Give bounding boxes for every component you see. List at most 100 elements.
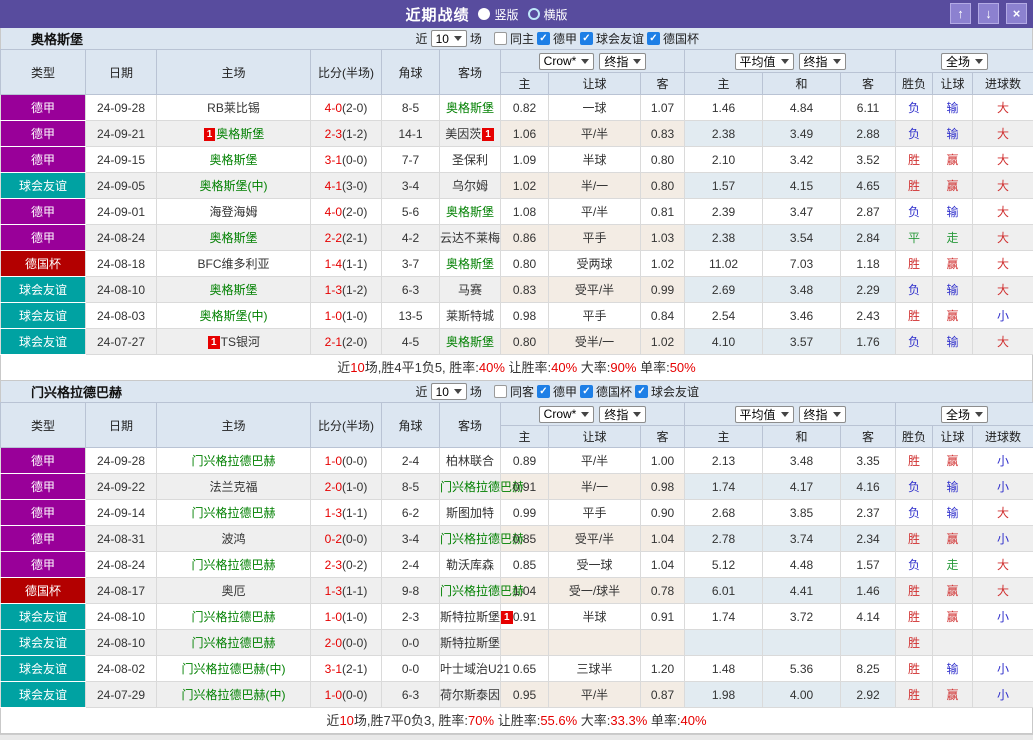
odds-company-select[interactable]: Crow* <box>539 53 595 70</box>
home-team: 奥格斯堡 <box>157 147 311 173</box>
odds-company-select[interactable]: Crow* <box>539 406 595 423</box>
odds-handicap: 半球 <box>549 604 641 630</box>
result-goals: 大 <box>973 199 1033 225</box>
team-label: 门兴格拉德巴赫(中) <box>182 662 286 676</box>
league-checkbox-2[interactable]: ✓ <box>647 32 660 45</box>
move-down-button[interactable]: ↓ <box>978 3 999 24</box>
match-type-badge: 球会友谊 <box>1 604 86 630</box>
average-stage-select[interactable]: 终指 <box>799 406 846 423</box>
move-up-button[interactable]: ↑ <box>950 3 971 24</box>
league-label-1[interactable]: 球会友谊 <box>596 30 644 47</box>
avg-draw: 4.00 <box>763 682 841 708</box>
chevron-down-icon <box>781 412 789 417</box>
league-checkbox-0[interactable]: ✓ <box>537 385 550 398</box>
team-label: 奥格斯堡 <box>446 101 494 115</box>
average-select[interactable]: 平均值 <box>735 53 794 70</box>
layout-option-vertical[interactable]: 竖版 <box>478 6 518 23</box>
avg-draw: 5.36 <box>763 656 841 682</box>
score: 1-0(1-0) <box>311 604 382 630</box>
result-handicap <box>933 630 973 656</box>
corner-score: 6-3 <box>382 682 440 708</box>
league-label-0[interactable]: 德甲 <box>553 383 577 400</box>
avg-home: 1.74 <box>685 474 763 500</box>
radio-selected-icon[interactable] <box>478 8 490 20</box>
match-date: 24-09-28 <box>86 95 157 121</box>
corner-score: 2-4 <box>382 448 440 474</box>
result-goals <box>973 630 1033 656</box>
avg-home: 5.12 <box>685 552 763 578</box>
section-filter-bar: 奥格斯堡 近10场同主✓德甲✓球会友谊✓德国杯 <box>0 28 1033 49</box>
result-outcome: 胜 <box>896 173 933 199</box>
league-label-2[interactable]: 球会友谊 <box>651 383 699 400</box>
same-venue-checkbox[interactable] <box>494 32 507 45</box>
average-select[interactable]: 平均值 <box>735 406 794 423</box>
red-card-badge: 1 <box>208 336 220 349</box>
league-checkbox-2[interactable]: ✓ <box>635 385 648 398</box>
team-label: 莱斯特城 <box>446 309 494 323</box>
result-handicap: 输 <box>933 277 973 303</box>
red-card-badge: 1 <box>501 611 513 624</box>
corner-score: 14-1 <box>382 121 440 147</box>
corner-score: 3-7 <box>382 251 440 277</box>
column-header: 客场 <box>440 403 501 448</box>
same-venue-label[interactable]: 同客 <box>510 383 534 400</box>
same-venue-checkbox[interactable] <box>494 385 507 398</box>
scope-select[interactable]: 全场 <box>941 53 988 70</box>
league-label-2[interactable]: 德国杯 <box>663 30 699 47</box>
avg-away: 2.29 <box>841 277 896 303</box>
match-row: 德甲24-09-14门兴格拉德巴赫1-3(1-1)6-2斯图加特0.99平手0.… <box>1 500 1033 526</box>
match-row: 德甲24-08-24门兴格拉德巴赫2-3(0-2)2-4勒沃库森0.85受一球1… <box>1 552 1033 578</box>
recent-count-select[interactable]: 10 <box>431 383 467 400</box>
layout-option-horizontal[interactable]: 横版 <box>528 6 568 23</box>
avg-away: 2.88 <box>841 121 896 147</box>
avg-home: 1.48 <box>685 656 763 682</box>
column-subheader: 客 <box>841 426 896 448</box>
match-date: 24-08-31 <box>86 526 157 552</box>
odds-stage-select[interactable]: 终指 <box>599 53 646 70</box>
radio-label-vertical[interactable]: 竖版 <box>494 6 518 23</box>
league-label-0[interactable]: 德甲 <box>553 30 577 47</box>
close-button[interactable]: × <box>1006 3 1027 24</box>
odds-home: 0.95 <box>501 682 549 708</box>
avg-draw: 3.72 <box>763 604 841 630</box>
odds-home: 1.09 <box>501 147 549 173</box>
corner-score: 4-2 <box>382 225 440 251</box>
result-handicap: 赢 <box>933 578 973 604</box>
column-subheader: 和 <box>763 426 841 448</box>
match-type-badge: 球会友谊 <box>1 329 86 355</box>
result-handicap: 赢 <box>933 682 973 708</box>
league-checkbox-1[interactable]: ✓ <box>580 32 593 45</box>
dialog-title: 近期战绩 <box>405 4 469 25</box>
scope-select[interactable]: 全场 <box>941 406 988 423</box>
league-label-1[interactable]: 德国杯 <box>596 383 632 400</box>
odds-away: 0.78 <box>641 578 685 604</box>
score: 1-3(1-2) <box>311 277 382 303</box>
recent-label: 近 <box>416 383 428 400</box>
odds-stage-select[interactable]: 终指 <box>599 406 646 423</box>
radio-unselected-icon[interactable] <box>528 8 540 20</box>
odds-home: 1.06 <box>501 121 549 147</box>
result-outcome: 胜 <box>896 448 933 474</box>
odds-handicap: 平手 <box>549 500 641 526</box>
match-row: 球会友谊24-08-10门兴格拉德巴赫2-0(0-0)0-0斯特拉斯堡胜 <box>1 630 1033 656</box>
match-date: 24-09-22 <box>86 474 157 500</box>
league-checkbox-1[interactable]: ✓ <box>580 385 593 398</box>
avg-away: 1.76 <box>841 329 896 355</box>
result-goals: 大 <box>973 95 1033 121</box>
avg-draw: 3.47 <box>763 199 841 225</box>
match-date: 24-08-10 <box>86 630 157 656</box>
column-header: 角球 <box>382 50 440 95</box>
same-venue-label[interactable]: 同主 <box>510 30 534 47</box>
matches-label: 场 <box>470 383 482 400</box>
team-section-gladbach: 门兴格拉德巴赫 近10场同客✓德甲✓德国杯✓球会友谊 类型日期主场比分(半场)角… <box>0 381 1033 734</box>
radio-label-horizontal[interactable]: 横版 <box>544 6 568 23</box>
home-team: 门兴格拉德巴赫 <box>157 552 311 578</box>
away-team: 马赛 <box>440 277 501 303</box>
league-checkbox-0[interactable]: ✓ <box>537 32 550 45</box>
average-stage-select[interactable]: 终指 <box>799 53 846 70</box>
avg-away: 3.35 <box>841 448 896 474</box>
score: 1-4(1-1) <box>311 251 382 277</box>
result-outcome: 平 <box>896 225 933 251</box>
avg-home: 2.68 <box>685 500 763 526</box>
recent-count-select[interactable]: 10 <box>431 30 467 47</box>
